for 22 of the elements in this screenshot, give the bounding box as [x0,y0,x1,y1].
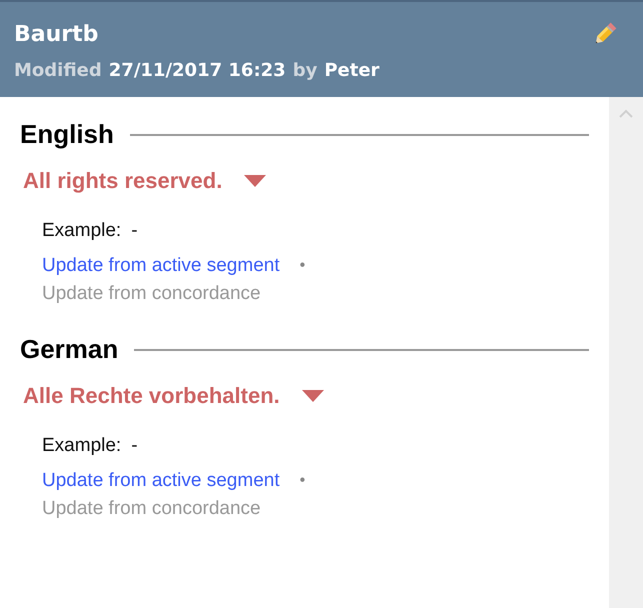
language-heading: German [20,334,118,365]
example-value: - [131,220,138,242]
term-text: Alle Rechte vorbehalten. [23,383,280,409]
by-label: by [292,60,318,81]
example-value: - [131,435,138,457]
modified-date: 27/11/2017 16:23 [108,60,286,81]
scrollbar[interactable] [609,97,643,608]
separator-dot: • [300,256,306,276]
example-label: Example: [42,435,122,457]
update-link[interactable]: Update from active segment [42,252,280,280]
caret-icon[interactable] [244,175,266,187]
entry-title: Baurtb [14,22,98,46]
term-text: All rights reserved. [23,168,222,194]
author-name: Peter [324,60,380,81]
modified-label: Modified [14,60,102,81]
example-label: Example: [42,220,122,242]
separator-dot: • [300,471,306,491]
update-link: Update from concordance [42,497,261,521]
language-heading: English [20,119,114,150]
caret-icon[interactable] [302,390,324,402]
update-link[interactable]: Update from active segment [42,467,280,495]
update-link: Update from concordance [42,282,261,306]
